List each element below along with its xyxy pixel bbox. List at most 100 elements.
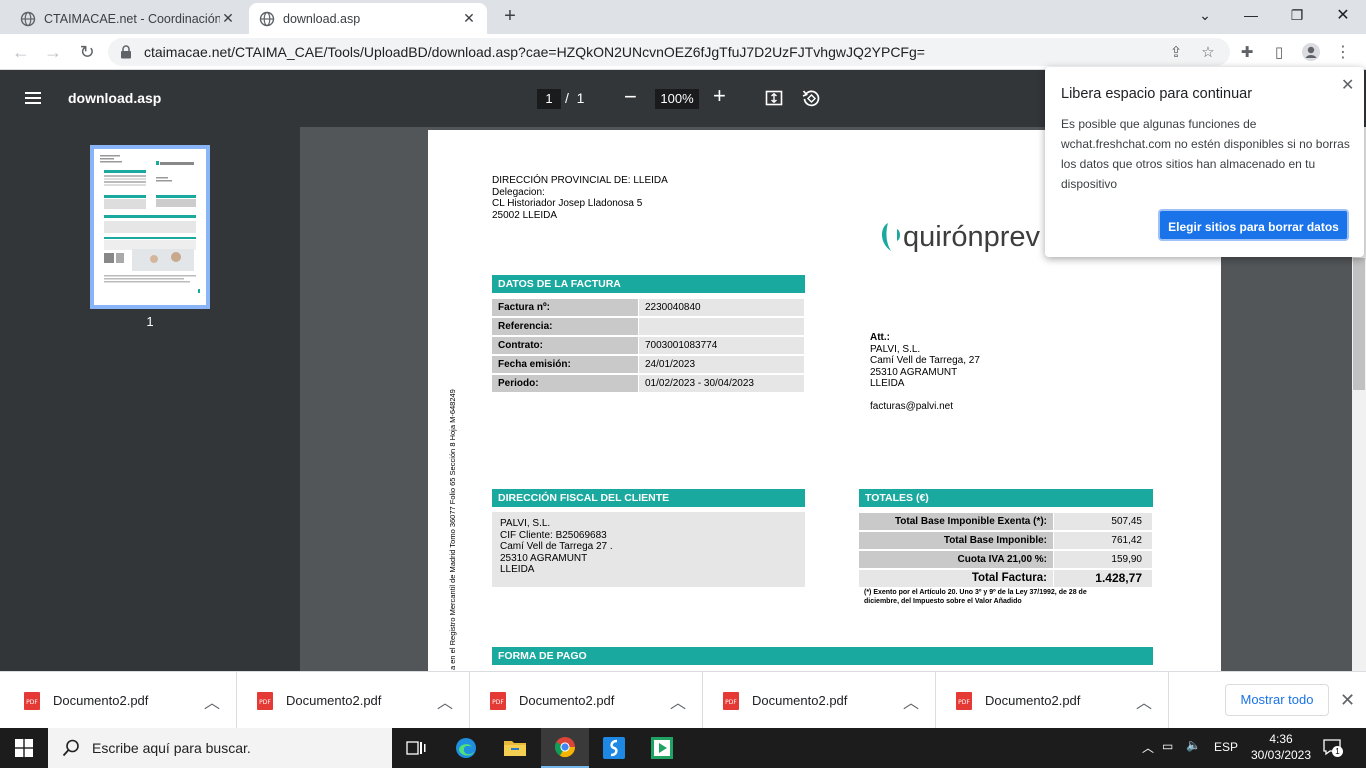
- extensions-icon[interactable]: ✚: [1237, 42, 1257, 62]
- tab-search-chevron-icon[interactable]: ⌄: [1182, 0, 1228, 30]
- lock-icon[interactable]: [120, 45, 134, 59]
- chevron-up-icon[interactable]: ︿: [670, 689, 686, 713]
- pdf-file-icon: PDF: [956, 691, 972, 710]
- invoice-label: Fecha emisión:: [492, 356, 638, 373]
- invoice-label: Contrato:: [492, 337, 638, 354]
- hamburger-menu-icon[interactable]: [24, 89, 42, 107]
- totals-label: Cuota IVA 21,00 %:: [859, 551, 1053, 568]
- invoice-value: [639, 318, 804, 335]
- chevron-up-icon[interactable]: ︿: [437, 689, 453, 713]
- invoice-value: 24/01/2023: [639, 356, 804, 373]
- tab-title: download.asp: [283, 11, 361, 26]
- chevron-up-icon[interactable]: ︿: [903, 689, 919, 713]
- windows-taskbar: Escribe aquí para buscar. ︿ ▭ 🔈 ESP 4:36…: [0, 728, 1366, 768]
- totals-value: 507,45: [1054, 513, 1152, 530]
- totals-value: 159,90: [1054, 551, 1152, 568]
- zoom-in-button[interactable]: +: [713, 83, 726, 109]
- popup-body: Es posible que algunas funciones de wcha…: [1061, 117, 1350, 191]
- pdf-file-icon: PDF: [723, 691, 739, 710]
- notification-count-badge: 1: [1332, 746, 1343, 757]
- popup-close-icon[interactable]: ✕: [1341, 75, 1354, 95]
- reload-button[interactable]: ↻: [74, 39, 100, 65]
- blue-app-icon[interactable]: [590, 728, 638, 768]
- minimize-button[interactable]: —: [1228, 0, 1274, 30]
- fit-page-icon[interactable]: [765, 89, 783, 107]
- page-number-input[interactable]: 1: [537, 89, 561, 109]
- show-all-downloads-button[interactable]: Mostrar todo: [1225, 684, 1329, 716]
- chevron-up-icon[interactable]: ︿: [1142, 739, 1154, 756]
- zoom-out-button[interactable]: −: [624, 84, 637, 110]
- zoom-level-input[interactable]: 100%: [655, 89, 699, 109]
- invoice-label: Periodo:: [492, 375, 638, 392]
- payment-section-title: FORMA DE PAGO: [492, 647, 1153, 665]
- download-item[interactable]: PDF Documento2.pdf ︿: [237, 672, 470, 729]
- rotate-icon[interactable]: [801, 88, 821, 108]
- side-panel-icon[interactable]: ▯: [1269, 42, 1289, 62]
- url-text: ctaimacae.net/CTAIMA_CAE/Tools/UploadBD/…: [144, 44, 925, 60]
- profile-avatar-icon[interactable]: [1301, 42, 1321, 62]
- chevron-up-icon[interactable]: ︿: [1136, 689, 1152, 713]
- svg-text:PDF: PDF: [492, 699, 504, 706]
- close-window-button[interactable]: ✕: [1320, 0, 1366, 30]
- language-indicator[interactable]: ESP: [1214, 740, 1238, 754]
- recipient-address: Att.: PALVI, S.L. Camí Vell de Tarrega, …: [870, 332, 980, 412]
- download-item[interactable]: PDF Documento2.pdf ︿: [703, 672, 936, 729]
- pdf-file-name: download.asp: [68, 90, 162, 106]
- tab-close-icon[interactable]: ✕: [461, 10, 477, 27]
- svg-text:PDF: PDF: [725, 699, 737, 706]
- restore-button[interactable]: ❐: [1274, 0, 1320, 30]
- system-clock[interactable]: 4:36 30/03/2023: [1248, 731, 1314, 763]
- browser-toolbar: ← → ↻ ctaimacae.net/CTAIMA_CAE/Tools/Upl…: [0, 34, 1366, 70]
- download-item[interactable]: PDF Documento2.pdf ︿: [936, 672, 1169, 729]
- volume-icon[interactable]: 🔈: [1186, 738, 1201, 752]
- share-icon[interactable]: ⇪: [1166, 42, 1186, 62]
- download-file-name: Documento2.pdf: [286, 693, 382, 708]
- page-total: / 1: [565, 90, 585, 106]
- download-file-name: Documento2.pdf: [752, 693, 848, 708]
- edge-browser-icon[interactable]: [442, 728, 490, 768]
- tab-close-icon[interactable]: ✕: [220, 10, 236, 27]
- download-file-name: Documento2.pdf: [985, 693, 1081, 708]
- fiscal-address: PALVI, S.L. CIF Cliente: B25069683 Camí …: [500, 518, 613, 575]
- pdf-file-icon: PDF: [24, 691, 40, 710]
- address-bar[interactable]: ctaimacae.net/CTAIMA_CAE/Tools/UploadBD/…: [108, 38, 1230, 66]
- invoice-label: Referencia:: [492, 318, 638, 335]
- scrollbar-thumb[interactable]: [1353, 258, 1365, 390]
- storage-warning-popup: Libera espacio para continuar ✕ Es posib…: [1045, 67, 1364, 257]
- download-file-name: Documento2.pdf: [53, 693, 149, 708]
- globe-icon: [20, 11, 36, 27]
- taskbar-search-input[interactable]: Escribe aquí para buscar.: [48, 728, 392, 768]
- download-file-name: Documento2.pdf: [519, 693, 615, 708]
- thumbnail-page-number: 1: [146, 314, 154, 329]
- tab-ctaimacae[interactable]: CTAIMACAE.net - Coordinación de ✕: [10, 3, 246, 34]
- network-icon[interactable]: ▭: [1162, 739, 1173, 753]
- choose-sites-button[interactable]: Elegir sitios para borrar datos: [1158, 209, 1349, 241]
- chrome-taskbar-icon[interactable]: [541, 728, 589, 768]
- tab-download-asp[interactable]: download.asp ✕: [249, 3, 487, 34]
- green-play-app-icon[interactable]: [638, 728, 686, 768]
- new-tab-button[interactable]: +: [499, 5, 521, 27]
- tab-strip: CTAIMACAE.net - Coordinación de ✕ downlo…: [0, 0, 1366, 34]
- total-invoice-label: Total Factura:: [859, 570, 1053, 587]
- svg-text:PDF: PDF: [26, 699, 38, 706]
- notification-center-icon[interactable]: 1: [1322, 738, 1344, 758]
- totals-section-title: TOTALES (€): [859, 489, 1153, 507]
- page-thumbnail[interactable]: [90, 145, 210, 309]
- fiscal-section-title: DIRECCIÓN FISCAL DEL CLIENTE: [492, 489, 805, 507]
- file-explorer-icon[interactable]: [491, 728, 539, 768]
- vat-footnote: (*) Exento por el Artículo 20. Uno 3º y …: [864, 589, 1087, 605]
- pdf-file-icon: PDF: [257, 691, 273, 710]
- download-item[interactable]: PDF Documento2.pdf ︿: [4, 672, 237, 729]
- logo-text: quirónprev: [903, 221, 1041, 253]
- task-view-icon[interactable]: [392, 728, 440, 768]
- clock-time: 4:36: [1269, 732, 1293, 746]
- sender-address: DIRECCIÓN PROVINCIAL DE: LLEIDA Delegaci…: [492, 175, 668, 221]
- chevron-up-icon[interactable]: ︿: [204, 689, 220, 713]
- chrome-menu-icon[interactable]: ⋮: [1333, 42, 1353, 62]
- download-item[interactable]: PDF Documento2.pdf ︿: [470, 672, 703, 729]
- windows-start-icon[interactable]: [0, 728, 48, 768]
- close-shelf-icon[interactable]: ✕: [1340, 690, 1355, 711]
- back-button[interactable]: ←: [8, 39, 34, 65]
- forward-button[interactable]: →: [40, 39, 66, 65]
- bookmark-star-icon[interactable]: ☆: [1198, 42, 1218, 62]
